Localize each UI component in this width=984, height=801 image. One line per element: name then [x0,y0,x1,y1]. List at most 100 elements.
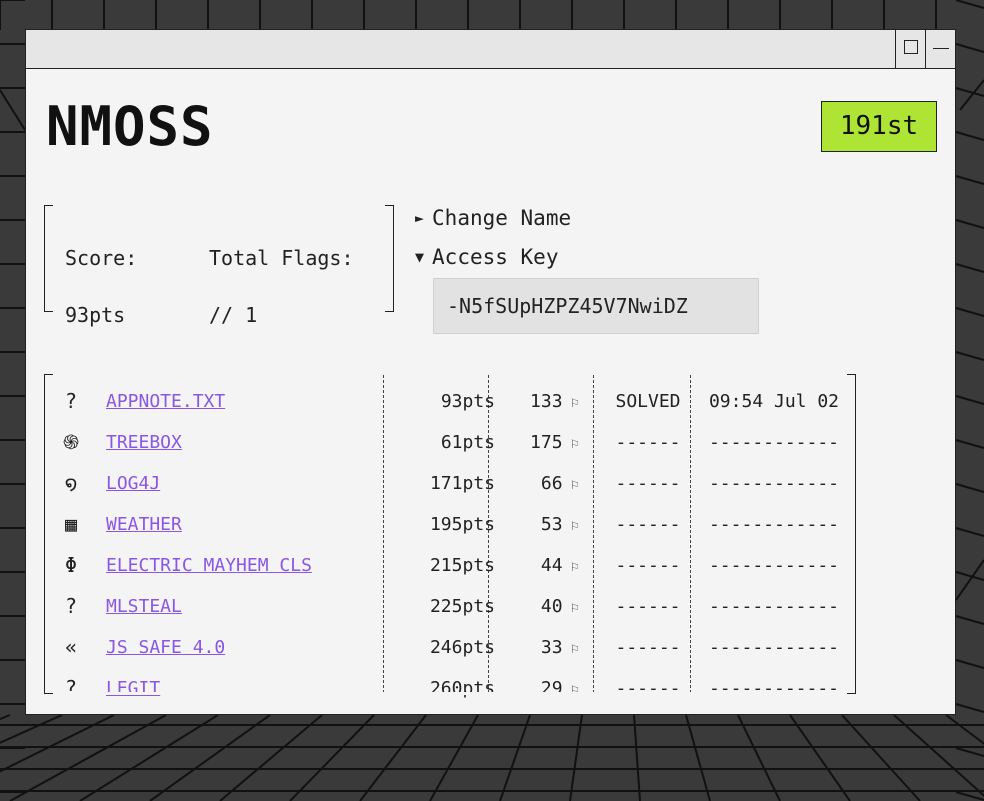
solve-time: ------------ [708,432,840,453]
minimize-button[interactable] [925,30,955,68]
solve-time: ------------ [708,473,840,494]
challenge-link[interactable]: MLSTEAL [106,596,182,617]
challenge-name: JS SAFE 4.0 [106,627,225,668]
solves-count: 53 [540,514,563,535]
question-icon: ? [64,389,78,413]
challenge-status: ------ [615,596,681,617]
solve-time: 09:54 Jul 02 [708,391,840,412]
flag-icon: ⚐ [570,395,579,411]
total-flags-value: // 1 [209,303,258,327]
access-key-toggle[interactable]: ▼ Access Key [415,245,558,269]
flag-icon: ⚐ [570,559,579,575]
team-name: NMOSS [46,95,214,158]
table-row: «JS SAFE 4.0 246pts 33 ⚐ ------ ------------ [45,627,857,668]
flag-icon: ⚐ [570,518,579,534]
solve-time: ------------ [708,678,840,699]
challenge-solves: 40 ⚐ [505,586,579,629]
challenge-status: ------ [615,514,681,535]
change-name-label: Change Name [432,206,572,230]
solves-count: 175 [530,432,563,453]
solves-count: 44 [540,555,563,576]
access-key-label: Access Key [432,245,559,269]
challenges-table: ? APPNOTE.TXT 93pts 133 ⚐ SOLVED 09:54 Jul 02 ֍… [44,373,857,700]
maximize-button[interactable] [895,30,925,68]
solves-count: 40 [540,596,563,617]
challenge-solves: 53 ⚐ [505,504,579,547]
score-label: Score: [65,246,138,270]
flag-icon: ⚐ [570,436,579,452]
access-key-field[interactable]: -N5fSUpHZPZ45V7NwiDZ [433,278,759,334]
challenge-name: LEGIT [106,668,160,709]
question-icon: ? [64,594,78,618]
triangle-down-icon: ▼ [415,248,425,266]
change-name-toggle[interactable]: ► Change Name [415,206,571,230]
challenge-link[interactable]: ELECTRIC MAYHEM CLS [106,555,312,576]
challenge-solves: 175 ⚐ [505,422,579,465]
challenge-name: TREEBOX [106,422,182,463]
flag-icon: ⚐ [570,682,579,698]
challenge-status: ------ [615,555,681,576]
table-row: ֍ TREEBOX 61pts 175 ⚐ ------ ------------ [45,422,857,463]
flag-icon: ⚐ [570,641,579,657]
flag-icon: ⚐ [570,477,579,493]
challenge-name: MLSTEAL [106,586,182,627]
solve-time: ------------ [708,555,840,576]
challenge-name: APPNOTE.TXT [106,381,225,422]
challenge-points: 195pts [429,514,495,535]
challenge-solves: 44 ⚐ [505,545,579,588]
challenge-link[interactable]: LOG4J [106,473,160,494]
minimize-icon [933,48,949,49]
challenge-points: 260pts [429,678,495,699]
challenge-points: 215pts [429,555,495,576]
challenge-status: SOLVED [615,391,681,412]
total-flags-label: Total Flags: [209,246,354,270]
challenge-solves: 66 ⚐ [505,463,579,506]
table-row: ? MLSTEAL 225pts 40 ⚐ ------ ------------ [45,586,857,627]
score-value: 93pts [65,303,126,327]
challenge-solves: 33 ⚐ [505,627,579,670]
triangle-right-icon: ► [415,209,425,227]
solves-count: 66 [540,473,563,494]
challenge-points: 225pts [429,596,495,617]
challenge-link[interactable]: JS SAFE 4.0 [106,637,225,658]
solve-time: ------------ [708,637,840,658]
challenge-points: 246pts [429,637,495,658]
challenge-name: WEATHER [106,504,182,545]
question-icon: ? [64,676,78,700]
challenge-link[interactable]: LEGIT [106,678,160,699]
maximize-icon [904,40,918,54]
solves-count: 29 [540,678,563,699]
challenge-status: ------ [615,473,681,494]
solves-count: 33 [540,637,563,658]
pixel-grid-icon: ▦ [64,512,78,536]
table-row: ໑ LOG4J 171pts 66 ⚐ ------ ------------ [45,463,857,504]
challenge-link[interactable]: WEATHER [106,514,182,535]
solve-time: ------------ [708,596,840,617]
challenge-link[interactable]: TREEBOX [106,432,182,453]
table-row: ? LEGIT 260pts 29 ⚐ ------ ------------ [45,668,857,709]
challenge-link[interactable]: APPNOTE.TXT [106,391,225,412]
challenge-points: 93pts [440,391,495,412]
challenge-status: ------ [615,637,681,658]
phi-icon: Φ [64,553,78,577]
challenge-solves: 133 ⚐ [505,381,579,424]
rank-badge: 191st [821,101,937,152]
knot-icon: ֍ [62,430,80,454]
double-chevron-left-icon: « [64,635,78,659]
challenge-points: 61pts [440,432,495,453]
table-row: ? APPNOTE.TXT 93pts 133 ⚐ SOLVED 09:54 Jul 02 [45,381,857,422]
challenge-solves: 29 ⚐ [505,668,579,711]
solves-count: 133 [530,391,563,412]
title-bar [26,30,955,69]
stats-panel: Score: Total Flags: 93pts // 1 [44,204,394,327]
challenge-points: 171pts [429,473,495,494]
spiral-icon: ໑ [64,471,78,495]
challenge-status: ------ [615,432,681,453]
challenge-name: ELECTRIC MAYHEM CLS [106,545,312,586]
table-row: ▦ WEATHER 195pts 53 ⚐ ------ ------------ [45,504,857,545]
solve-time: ------------ [708,514,840,535]
table-row: Φ ELECTRIC MAYHEM CLS 215pts 44 ⚐ ------ -----… [45,545,857,586]
team-window: NMOSS 191st Score: Total Flags: 93pts //… [25,29,956,715]
challenge-name: LOG4J [106,463,160,504]
flag-icon: ⚐ [570,600,579,616]
